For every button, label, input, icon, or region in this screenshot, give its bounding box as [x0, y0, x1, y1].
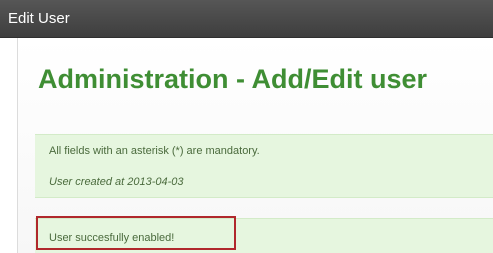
user-created-note: User created at 2013-04-03 [49, 176, 184, 188]
window-titlebar[interactable]: Edit User [0, 0, 493, 38]
content-panel: Administration - Add/Edit user All field… [17, 38, 493, 253]
edit-user-window: Edit User Administration - Add/Edit user… [0, 0, 493, 253]
success-message-box: User succesfully enabled! [35, 218, 493, 253]
mandatory-fields-note: All fields with an asterisk (*) are mand… [49, 145, 260, 157]
info-message-box: All fields with an asterisk (*) are mand… [35, 134, 493, 198]
page-title: Administration - Add/Edit user [38, 64, 428, 94]
window-title: Edit User [8, 10, 70, 27]
success-message: User succesfully enabled! [49, 232, 175, 244]
